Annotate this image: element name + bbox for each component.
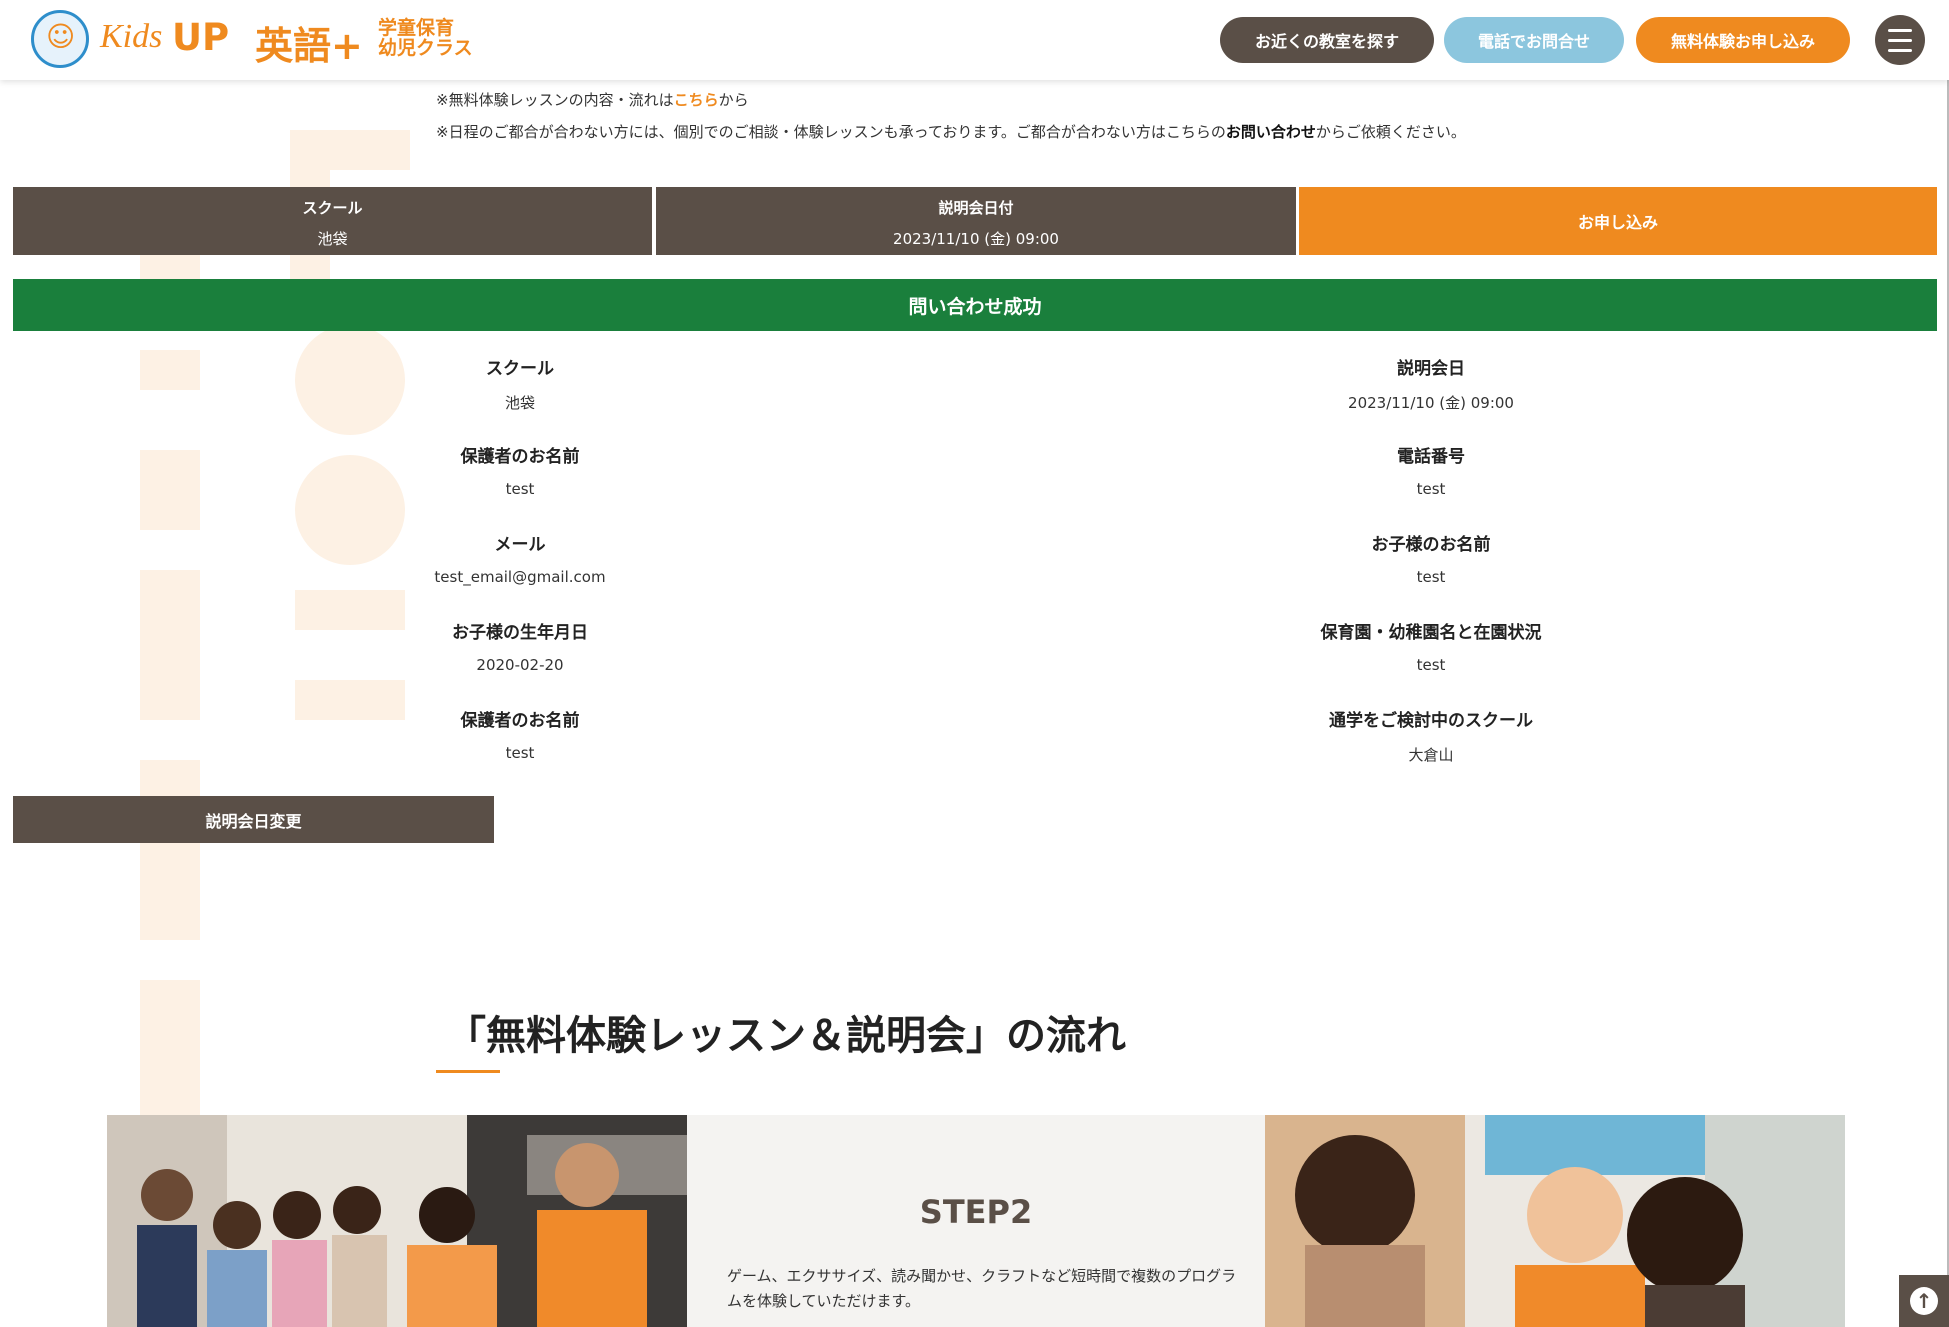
detail-item: 保護者のお名前 test (320, 706, 720, 762)
site-header: ☺ Kids UP 英語+ 学童保育 幼児クラス お近くの教室を探す 電話でお問… (0, 0, 1949, 80)
note-2-prefix: ※日程のご都合が合わない方には、個別でのご相談・体験レッスンも承っております。ご… (436, 123, 1226, 141)
detail-item: メール test_email@gmail.com (320, 530, 720, 586)
summary-date-cell: 説明会日付 2023/11/10 (金) 09:00 (656, 187, 1296, 255)
step-photo-kids-high-five (107, 1115, 687, 1327)
flow-section-title: 「無料体験レッスン＆説明会」の流れ (446, 1013, 1126, 1059)
detail-label: お子様のお名前 (1371, 535, 1491, 555)
phone-inquiry-button[interactable]: 電話でお問合せ (1444, 17, 1624, 63)
scroll-to-top-button[interactable]: ↑ (1899, 1275, 1949, 1327)
free-trial-apply-button[interactable]: 無料体験お申し込み (1636, 17, 1850, 63)
detail-value: 大倉山 (1408, 746, 1454, 764)
note-line-1: ※無料体験レッスンの内容・流れはこちらから (436, 84, 1516, 116)
title-underline (436, 1070, 500, 1073)
detail-label: お子様の生年月日 (452, 623, 588, 643)
step-number: STEP2 (919, 1193, 1033, 1231)
detail-item: 通学をご検討中のスクール 大倉山 (1231, 706, 1631, 765)
summary-school-value: 池袋 (317, 230, 348, 248)
arrow-up-circle-icon: ↑ (1910, 1287, 1938, 1315)
detail-label: 保護者のお名前 (460, 711, 580, 731)
detail-value: 2023/11/10 (金) 09:00 (1348, 394, 1514, 412)
detail-item: 保育園・幼稚園名と在園状況 test (1231, 618, 1631, 674)
detail-value: test (1416, 568, 1446, 586)
detail-value: test (1416, 480, 1446, 498)
detail-label: 通学をご検討中のスクール (1329, 711, 1533, 731)
logo-eigo-text: 英語+ (255, 24, 363, 68)
logo-sub-text: 学童保育 幼児クラス (378, 17, 473, 59)
note-1-prefix: ※無料体験レッスンの内容・流れは (436, 91, 674, 109)
detail-value: 2020-02-20 (476, 656, 564, 674)
detail-item: お子様のお名前 test (1231, 530, 1631, 586)
detail-label: 説明会日 (1397, 359, 1465, 379)
note-1-suffix: から (718, 91, 749, 109)
detail-label: 電話番号 (1397, 447, 1465, 467)
detail-item: スクール 池袋 (320, 354, 720, 413)
detail-label: メール (494, 535, 546, 555)
detail-label: スクール (486, 359, 554, 379)
step-description: ゲーム、エクササイズ、読み聞かせ、クラフトなど短時間で複数のプログラムを体験して… (727, 1267, 1237, 1310)
detail-item: 説明会日 2023/11/10 (金) 09:00 (1231, 354, 1631, 413)
notes-section: ※無料体験レッスンの内容・流れはこちらから ※日程のご都合が合わない方には、個別… (436, 84, 1516, 148)
step-card: STEP2 ゲーム、エクササイズ、読み聞かせ、クラフトなど短時間で複数のプログラ… (687, 1115, 1265, 1327)
step-photo-teacher-high-five (1265, 1115, 1845, 1327)
summary-date-value: 2023/11/10 (金) 09:00 (893, 230, 1059, 248)
apply-button[interactable]: お申し込み (1299, 187, 1937, 255)
detail-value: test (505, 480, 535, 498)
summary-school-label: スクール (302, 199, 363, 217)
logo-icon[interactable]: ☺ (31, 10, 89, 68)
note-line-2: ※日程のご都合が合わない方には、個別でのご相談・体験レッスンも承っております。ご… (436, 116, 1516, 148)
inquiry-link[interactable]: お問い合わせ (1226, 123, 1316, 141)
detail-value: test (505, 744, 535, 762)
logo-kids-text: Kids (100, 18, 163, 55)
detail-value: test (1416, 656, 1446, 674)
success-banner: 問い合わせ成功 (13, 279, 1937, 331)
detail-item: 保護者のお名前 test (320, 442, 720, 498)
hamburger-icon[interactable] (1875, 15, 1925, 65)
detail-item: 電話番号 test (1231, 442, 1631, 498)
note-2-suffix: からご依頼ください。 (1315, 123, 1466, 141)
summary-date-label: 説明会日付 (938, 199, 1014, 217)
detail-item: お子様の生年月日 2020-02-20 (320, 618, 720, 674)
detail-label: 保護者のお名前 (460, 447, 580, 467)
detail-label: 保育園・幼稚園名と在園状況 (1320, 623, 1542, 643)
change-session-date-button[interactable]: 説明会日変更 (13, 796, 494, 843)
detail-value: 池袋 (504, 394, 535, 412)
logo-up-text: UP (172, 16, 230, 59)
detail-value: test_email@gmail.com (434, 568, 606, 586)
summary-school-cell: スクール 池袋 (13, 187, 652, 255)
find-nearby-classroom-button[interactable]: お近くの教室を探す (1220, 17, 1434, 63)
content-link[interactable]: こちら (674, 91, 719, 109)
